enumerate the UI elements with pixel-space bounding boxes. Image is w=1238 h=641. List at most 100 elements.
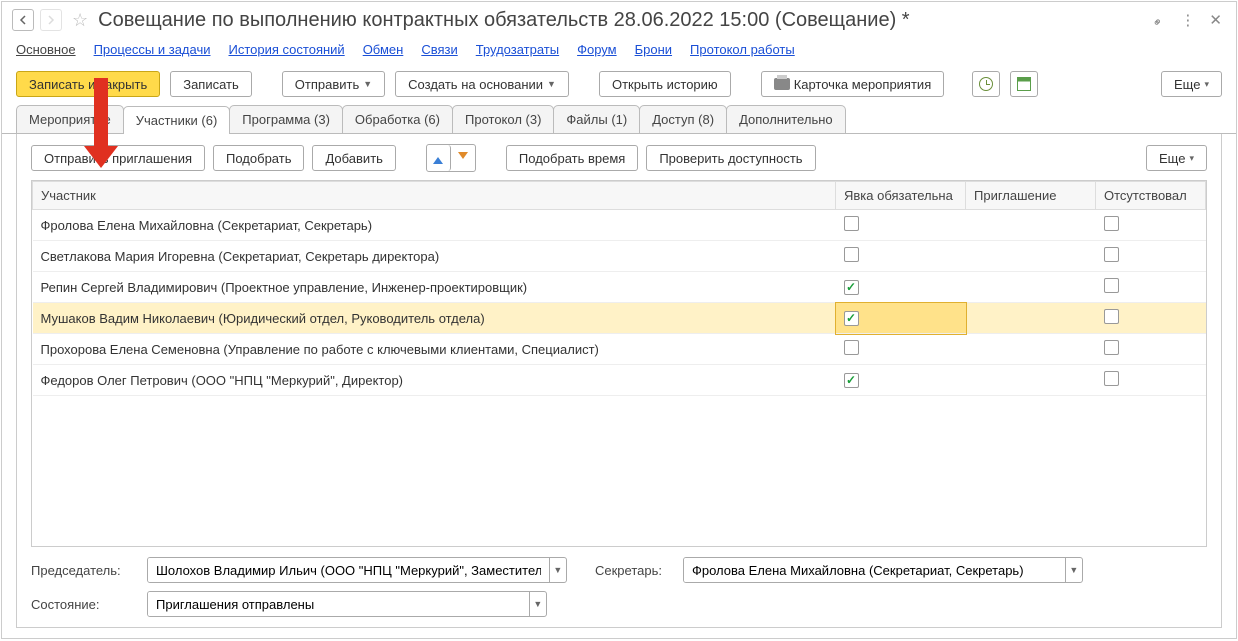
star-icon[interactable]: ☆ [72,10,88,31]
clock-button[interactable] [972,71,1000,97]
checkbox[interactable] [1104,216,1119,231]
cell-invite[interactable] [966,303,1096,334]
nav-back-button[interactable] [12,9,34,31]
table-row[interactable]: Мушаков Вадим Николаевич (Юридический от… [33,303,1206,334]
nav-forum[interactable]: Форум [577,42,617,57]
close-icon[interactable]: ✕ [1205,9,1226,31]
checkbox[interactable] [844,340,859,355]
nav-bookings[interactable]: Брони [635,42,672,57]
checkbox[interactable] [1104,247,1119,262]
cell-invite[interactable] [966,210,1096,241]
col-participant[interactable]: Участник [33,182,836,210]
save-close-button[interactable]: Записать и закрыть [16,71,160,97]
cell-check[interactable]: ✓ [836,303,966,334]
checkbox[interactable] [1104,309,1119,324]
nav-exchange[interactable]: Обмен [363,42,404,57]
checkbox[interactable] [844,247,859,262]
checkbox[interactable] [844,216,859,231]
table-row[interactable]: Федоров Олег Петрович (ООО "НПЦ "Меркури… [33,365,1206,396]
more-button[interactable]: Еще▾ [1161,71,1222,97]
create-from-label: Создать на основании [408,77,543,92]
cell-invite[interactable] [966,365,1096,396]
cell-check[interactable]: ✓ [836,365,966,396]
state-input[interactable] [148,592,529,616]
content-more-button[interactable]: Еще▾ [1146,145,1207,171]
tab-1[interactable]: Участники (6) [123,106,231,134]
checkbox[interactable]: ✓ [844,280,859,295]
checkbox[interactable] [1104,371,1119,386]
event-card-label: Карточка мероприятия [794,77,932,92]
check-avail-button[interactable]: Проверить доступность [646,145,815,171]
cell-check[interactable] [1096,303,1206,334]
sec-input[interactable] [684,558,1065,582]
nav-labor[interactable]: Трудозатраты [476,42,559,57]
nav-processes[interactable]: Процессы и задачи [94,42,211,57]
checkbox[interactable] [1104,340,1119,355]
cell-check[interactable] [1096,241,1206,272]
checkbox[interactable]: ✓ [844,373,859,388]
calendar-icon [1017,77,1031,91]
add-button[interactable]: Добавить [312,145,395,171]
chair-select[interactable]: ▼ [147,557,567,583]
cell-check[interactable] [1096,334,1206,365]
cell-check[interactable] [1096,210,1206,241]
nav-links[interactable]: Связи [421,42,457,57]
cell-participant[interactable]: Прохорова Елена Семеновна (Управление по… [33,334,836,365]
move-down-button[interactable] [451,145,475,171]
cell-participant[interactable]: Репин Сергей Владимирович (Проектное упр… [33,272,836,303]
pick-time-button[interactable]: Подобрать время [506,145,638,171]
cell-invite[interactable] [966,241,1096,272]
col-invite[interactable]: Приглашение [966,182,1096,210]
kebab-icon[interactable]: ⋮ [1176,9,1199,31]
cell-participant[interactable]: Федоров Олег Петрович (ООО "НПЦ "Меркури… [33,365,836,396]
cell-check[interactable] [836,334,966,365]
cell-invite[interactable] [966,272,1096,303]
cell-participant[interactable]: Мушаков Вадим Николаевич (Юридический от… [33,303,836,334]
chair-input[interactable] [148,558,549,582]
nav-main[interactable]: Основное [16,42,76,57]
sec-select[interactable]: ▼ [683,557,1083,583]
state-select[interactable]: ▼ [147,591,547,617]
event-card-button[interactable]: Карточка мероприятия [761,71,945,97]
cell-participant[interactable]: Фролова Елена Михайловна (Секретариат, С… [33,210,836,241]
create-from-button[interactable]: Создать на основании▼ [395,71,569,97]
cell-check[interactable] [836,241,966,272]
calendar-button[interactable] [1010,71,1038,97]
tab-7[interactable]: Дополнительно [726,105,846,133]
table-row[interactable]: Светлакова Мария Игоревна (Секретариат, … [33,241,1206,272]
cell-participant[interactable]: Светлакова Мария Игоревна (Секретариат, … [33,241,836,272]
nav-history[interactable]: История состояний [229,42,345,57]
table-row[interactable]: Фролова Елена Михайловна (Секретариат, С… [33,210,1206,241]
chair-dropdown-icon[interactable]: ▼ [549,558,566,582]
tab-3[interactable]: Обработка (6) [342,105,453,133]
open-history-button[interactable]: Открыть историю [599,71,731,97]
tab-0[interactable]: Мероприятие [16,105,124,133]
tab-5[interactable]: Файлы (1) [553,105,640,133]
cell-check[interactable]: ✓ [836,272,966,303]
content-more-label: Еще [1159,151,1185,166]
checkbox[interactable]: ✓ [844,311,859,326]
cell-check[interactable] [836,210,966,241]
chair-label: Председатель: [31,563,139,578]
pick-button[interactable]: Подобрать [213,145,304,171]
send-button[interactable]: Отправить▼ [282,71,385,97]
save-button[interactable]: Записать [170,71,252,97]
cell-check[interactable] [1096,365,1206,396]
tab-2[interactable]: Программа (3) [229,105,343,133]
cell-invite[interactable] [966,334,1096,365]
col-required[interactable]: Явка обязательна [836,182,966,210]
clock-icon [979,77,993,91]
nav-protocol[interactable]: Протокол работы [690,42,795,57]
tab-6[interactable]: Доступ (8) [639,105,727,133]
col-absent[interactable]: Отсутствовал [1096,182,1206,210]
state-dropdown-icon[interactable]: ▼ [529,592,546,616]
checkbox[interactable] [1104,278,1119,293]
sec-dropdown-icon[interactable]: ▼ [1065,558,1082,582]
table-row[interactable]: Прохорова Елена Семеновна (Управление по… [33,334,1206,365]
link-icon[interactable]: ⚭ [1148,10,1170,31]
tab-4[interactable]: Протокол (3) [452,105,554,133]
move-up-button[interactable] [427,145,451,171]
table-row[interactable]: Репин Сергей Владимирович (Проектное упр… [33,272,1206,303]
cell-check[interactable] [1096,272,1206,303]
send-invites-button[interactable]: Отправить приглашения [31,145,205,171]
